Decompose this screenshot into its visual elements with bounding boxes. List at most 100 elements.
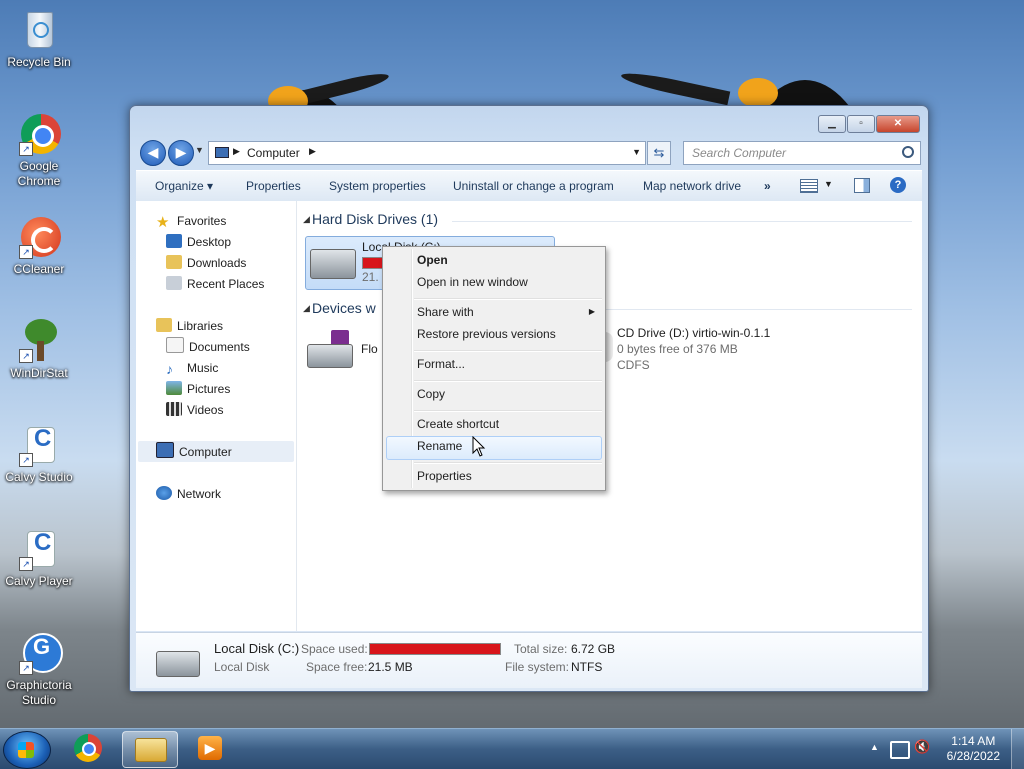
computer-icon (156, 442, 174, 458)
menu-item-open-new-window[interactable]: Open in new window (417, 271, 528, 293)
menu-item-restore-previous-versions[interactable]: Restore previous versions (417, 323, 556, 345)
clock-time: 1:14 AM (951, 734, 996, 748)
address-bar[interactable]: ▶ Computer ▶ ▼ (208, 141, 646, 165)
recent-pages-chevron-icon[interactable]: ▼ (195, 145, 204, 155)
devices-group-chevron-icon[interactable]: ◢ (303, 303, 310, 314)
menu-item-format[interactable]: Format... (417, 353, 465, 375)
properties-button[interactable]: Properties (246, 179, 301, 193)
organize-button[interactable]: Organize ▾ (155, 179, 213, 193)
desktop-icon-calvy-studio[interactable]: C ↗ Calvy Studio (0, 423, 78, 485)
menu-item-properties[interactable]: Properties (417, 465, 472, 487)
shortcut-arrow-icon: ↗ (19, 349, 33, 363)
breadcrumb-computer[interactable]: Computer (247, 146, 300, 160)
search-icon[interactable] (902, 146, 914, 158)
nav-downloads[interactable]: Downloads (166, 253, 246, 273)
desktop-icon-chrome[interactable]: ↗ Google Chrome (0, 112, 78, 189)
star-icon: ★ (156, 214, 170, 231)
nav-music[interactable]: ♪ Music (166, 358, 218, 378)
menu-item-rename[interactable]: Rename (417, 435, 462, 457)
network-tray-icon[interactable] (890, 741, 910, 759)
menu-item-copy[interactable]: Copy (417, 383, 445, 405)
show-hidden-icons-icon[interactable]: ▲ (870, 742, 879, 752)
menu-item-create-shortcut[interactable]: Create shortcut (417, 413, 499, 435)
mouse-cursor-icon (472, 436, 486, 457)
details-pane: Local Disk (C:) Local Disk Space used: S… (136, 632, 922, 688)
clock-date: 6/28/2022 (946, 749, 1000, 763)
preview-pane-icon[interactable] (854, 178, 870, 193)
nav-desktop[interactable]: Desktop (166, 232, 231, 252)
nav-favorites[interactable]: ★ Favorites (156, 211, 226, 231)
nav-pictures[interactable]: Pictures (166, 379, 230, 399)
file-system-label: File system: (505, 660, 570, 674)
chrome-icon: ↗ (17, 112, 61, 156)
windirstat-icon: ↗ (17, 319, 61, 363)
nav-libraries[interactable]: Libraries (156, 316, 223, 336)
media-player-icon: ▶ (198, 736, 222, 760)
menu-separator (414, 298, 602, 300)
space-used-label: Space used: (301, 642, 368, 656)
menu-item-open[interactable]: Open (417, 249, 448, 271)
change-view-icon[interactable] (800, 179, 818, 193)
nav-documents[interactable]: Documents (166, 337, 250, 357)
clock[interactable]: 1:14 AM 6/28/2022 (947, 734, 1000, 764)
desktop-icon (166, 234, 182, 248)
desktop-icon-calvy-player[interactable]: C ↗ Calvy Player (0, 527, 78, 589)
pictures-icon (166, 381, 182, 395)
system-properties-button[interactable]: System properties (329, 179, 426, 193)
hdd-group-divider (452, 221, 912, 222)
close-button[interactable]: ✕ (876, 115, 920, 133)
map-network-drive-button[interactable]: Map network drive (643, 179, 741, 193)
desktop-icon-recycle-bin[interactable]: Recycle Bin (0, 8, 78, 70)
devices-group-header[interactable]: Devices w (312, 300, 376, 316)
menu-separator (414, 350, 602, 352)
desktop-icon-label: Google Chrome (17, 159, 61, 188)
search-placeholder: Search Computer (692, 146, 787, 160)
nav-videos[interactable]: Videos (166, 400, 223, 420)
taskbar-explorer[interactable] (122, 731, 178, 768)
forward-button[interactable]: ▶ (168, 140, 194, 166)
local-disk-free: 21. (362, 270, 379, 284)
desktop-icon-ccleaner[interactable]: ↗ CCleaner (0, 215, 78, 277)
nav-network[interactable]: Network (156, 484, 221, 504)
hdd-group-header[interactable]: Hard Disk Drives (1) (312, 211, 438, 227)
more-commands-button[interactable]: » (764, 179, 771, 193)
desktop-icon-graphictoria[interactable]: G ↗ Graphictoria Studio (0, 631, 78, 708)
maximize-button[interactable]: ▫ (847, 115, 875, 133)
hdd-group-chevron-icon[interactable]: ◢ (303, 214, 310, 225)
command-bar: Organize ▾ Properties System properties … (136, 170, 922, 202)
details-usage-bar (369, 643, 501, 655)
devices-group-divider (597, 309, 912, 310)
desktop-icon-label: Graphictoria Studio (6, 678, 72, 707)
volume-muted-icon[interactable]: 🔇 (914, 739, 930, 755)
refresh-button[interactable]: ⇆ (647, 141, 671, 165)
back-button[interactable]: ◀ (140, 140, 166, 166)
floppy-drive-item[interactable]: Flo (307, 326, 387, 376)
desktop-icon-label: Calvy Studio (5, 470, 73, 484)
calvy-player-icon: C ↗ (17, 527, 61, 571)
start-button[interactable] (3, 731, 51, 769)
menu-item-share-with[interactable]: Share with (417, 301, 474, 323)
videos-icon (166, 402, 182, 416)
desktop-icon-windirstat[interactable]: ↗ WinDirStat (0, 319, 78, 381)
windows-logo-icon (18, 742, 34, 758)
cd-drive-item[interactable]: CD Drive (D:) virtio-win-0.1.1 0 bytes f… (597, 326, 917, 376)
breadcrumb-separator-icon[interactable]: ▶ (233, 146, 240, 157)
minimize-button[interactable]: ▁ (818, 115, 846, 133)
uninstall-program-button[interactable]: Uninstall or change a program (453, 179, 614, 193)
libraries-icon (156, 318, 172, 332)
show-desktop-button[interactable] (1011, 729, 1024, 769)
view-dropdown-icon[interactable]: ▼ (824, 179, 833, 189)
address-dropdown-icon[interactable]: ▼ (632, 147, 641, 157)
breadcrumb-separator-icon[interactable]: ▶ (309, 146, 316, 157)
penguin-right-beak (619, 68, 731, 106)
graphictoria-icon: G ↗ (17, 631, 63, 675)
desktop-icon-label: CCleaner (13, 262, 65, 276)
taskbar-chrome[interactable] (62, 731, 116, 766)
shortcut-arrow-icon: ↗ (19, 453, 33, 467)
nav-computer[interactable]: Computer (156, 442, 232, 462)
submenu-arrow-icon: ▶ (588, 307, 595, 316)
help-icon[interactable]: ? (890, 177, 906, 193)
taskbar-media-player[interactable]: ▶ (182, 731, 236, 766)
nav-recent-places[interactable]: Recent Places (166, 274, 264, 294)
search-input[interactable]: Search Computer (683, 141, 921, 165)
